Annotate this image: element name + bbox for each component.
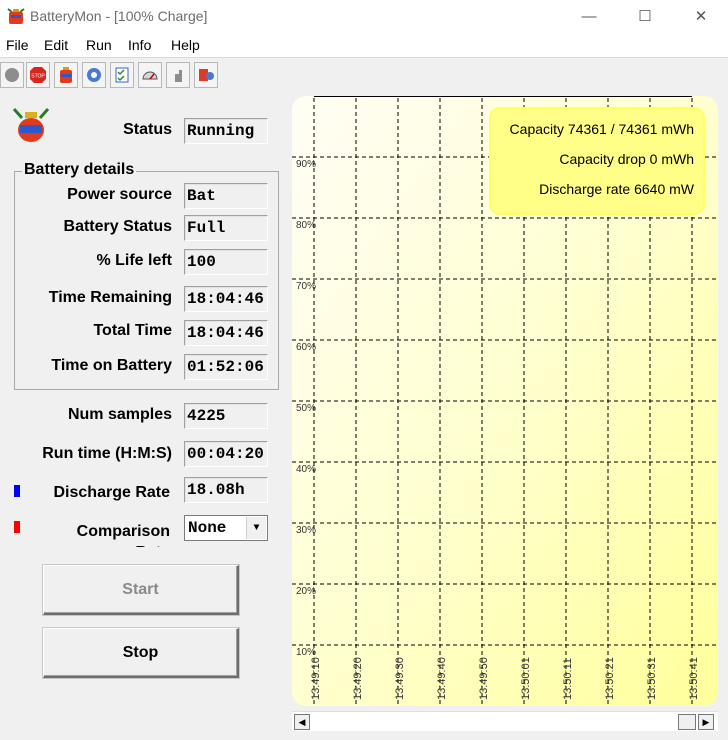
total-time-label: Total Time [93,322,172,339]
x-tick-label: 13:50:11 [562,658,574,700]
y-tick-label: 80% [296,220,316,231]
stop-toolbar-button[interactable]: STOP [26,62,50,88]
battery-status-label: Battery Status [63,218,172,235]
info-button[interactable] [194,62,218,88]
life-left-label: % Life left [96,252,172,269]
discharge-rate-color-marker [14,485,20,497]
chart-svg: 90% 80% 70% 60% 50% 40% 30% 20% 10% 13:49:10 13:4… [292,95,718,706]
info-capacity: Capacity 74361 / 74361 mWh [510,121,694,137]
battery-status-field: Full [184,215,268,241]
maximize-icon: ☐ [638,8,652,25]
scroll-right-icon[interactable]: ▶ [698,714,714,730]
scroll-thumb[interactable] [678,714,696,730]
x-tick-label: 13:49:20 [352,657,364,700]
x-tick-label: 13:49:50 [478,657,490,700]
battery-logo-icon [12,108,50,142]
y-tick-label: 40% [296,464,316,475]
run-time-field: 00:04:20 [184,441,268,467]
x-tick-label: 13:50:21 [604,657,616,700]
y-tick-label: 90% [296,159,316,170]
discharge-rate-field: 18.08h [184,477,268,503]
battery-app-icon [7,8,25,24]
time-on-battery-label: Time on Battery [51,357,172,374]
title-bar: BatteryMon - [100% Charge] — ☐ ✕ [0,0,728,32]
info-discharge-rate: Discharge rate 6640 mW [539,181,695,197]
y-tick-label: 30% [296,525,316,536]
window-title: BatteryMon - [100% Charge] [30,8,208,24]
minimize-icon: — [581,7,597,25]
run-time-label: Run time (H:M:S) [42,445,172,462]
svg-text:STOP: STOP [31,74,45,80]
maximize-button[interactable]: ☐ [622,0,668,32]
total-time-field: 18:04:46 [184,320,268,346]
menu-file[interactable]: File [6,37,29,53]
y-tick-label: 60% [296,342,316,353]
help-pointer-button[interactable] [166,62,190,88]
settings-button[interactable] [82,62,106,88]
comparison-rate-label-clip: Comparison Rate [60,521,170,547]
menu-edit[interactable]: Edit [44,37,68,53]
y-tick-label: 50% [296,403,316,414]
x-tick-label: 13:49:30 [394,657,406,700]
time-remaining-label: Time Remaining [48,289,172,306]
discharge-rate-label: Discharge Rate [53,484,171,501]
menu-bar: File Edit Run Info Help [0,32,728,58]
x-tick-label: 13:50:41 [688,657,700,700]
comparison-select[interactable]: None ▼ [184,515,268,541]
stop-icon: STOP [30,67,46,83]
menu-run[interactable]: Run [86,37,112,53]
comparison-rate-color-marker [14,521,20,533]
y-tick-label: 10% [296,647,316,658]
start-button[interactable]: Start [43,565,239,615]
settings-icon [87,68,101,82]
battery-chart: 90% 80% 70% 60% 50% 40% 30% 20% 10% 13:49:10 13:4… [292,95,718,706]
x-tick-label: 13:49:10 [310,657,322,700]
menu-help[interactable]: Help [171,37,200,53]
battery-button[interactable] [54,62,78,88]
x-tick-label: 13:50:31 [646,657,658,700]
dropdown-arrow-icon[interactable]: ▼ [246,517,266,539]
record-button[interactable] [0,62,24,88]
x-tick-label: 13:49:40 [436,657,448,700]
status-label: Status [123,121,172,138]
num-samples-label: Num samples [67,406,172,423]
time-remaining-field: 18:04:46 [184,286,268,312]
help-pointer-icon [175,70,182,82]
num-samples-field: 4225 [184,403,268,429]
menu-info[interactable]: Info [128,37,151,53]
battery-details-title: Battery details [22,161,137,179]
battery-icon [60,67,72,83]
info-capacity-drop: Capacity drop 0 mWh [559,151,694,167]
toolbar: STOP [0,59,728,91]
info-icon [199,69,214,81]
life-left-field: 100 [184,249,268,275]
gauge-button[interactable] [138,62,162,88]
x-tick-label: 13:50:01 [520,657,532,700]
status-field: Running [184,118,268,144]
scroll-left-icon[interactable]: ◀ [294,714,310,730]
time-on-battery-field: 01:52:06 [184,354,268,380]
y-tick-label: 20% [296,586,316,597]
close-icon: ✕ [694,8,708,25]
close-button[interactable]: ✕ [678,0,724,32]
stop-button[interactable]: Stop [43,628,239,678]
chart-info-box: Capacity 74361 / 74361 mWh Capacity drop… [489,107,705,215]
record-icon [5,68,19,82]
chart-horizontal-scrollbar[interactable]: ◀ ▶ [292,711,718,731]
y-tick-label: 70% [296,281,316,292]
checklist-button[interactable] [110,62,134,88]
comparison-rate-label: Comparison Rate [76,523,170,547]
checklist-icon [115,67,129,83]
minimize-button[interactable]: — [566,0,612,32]
power-source-field: Bat [184,183,268,209]
power-source-label: Power source [67,186,172,203]
gauge-icon [142,71,158,80]
comparison-select-value: None [188,519,227,537]
